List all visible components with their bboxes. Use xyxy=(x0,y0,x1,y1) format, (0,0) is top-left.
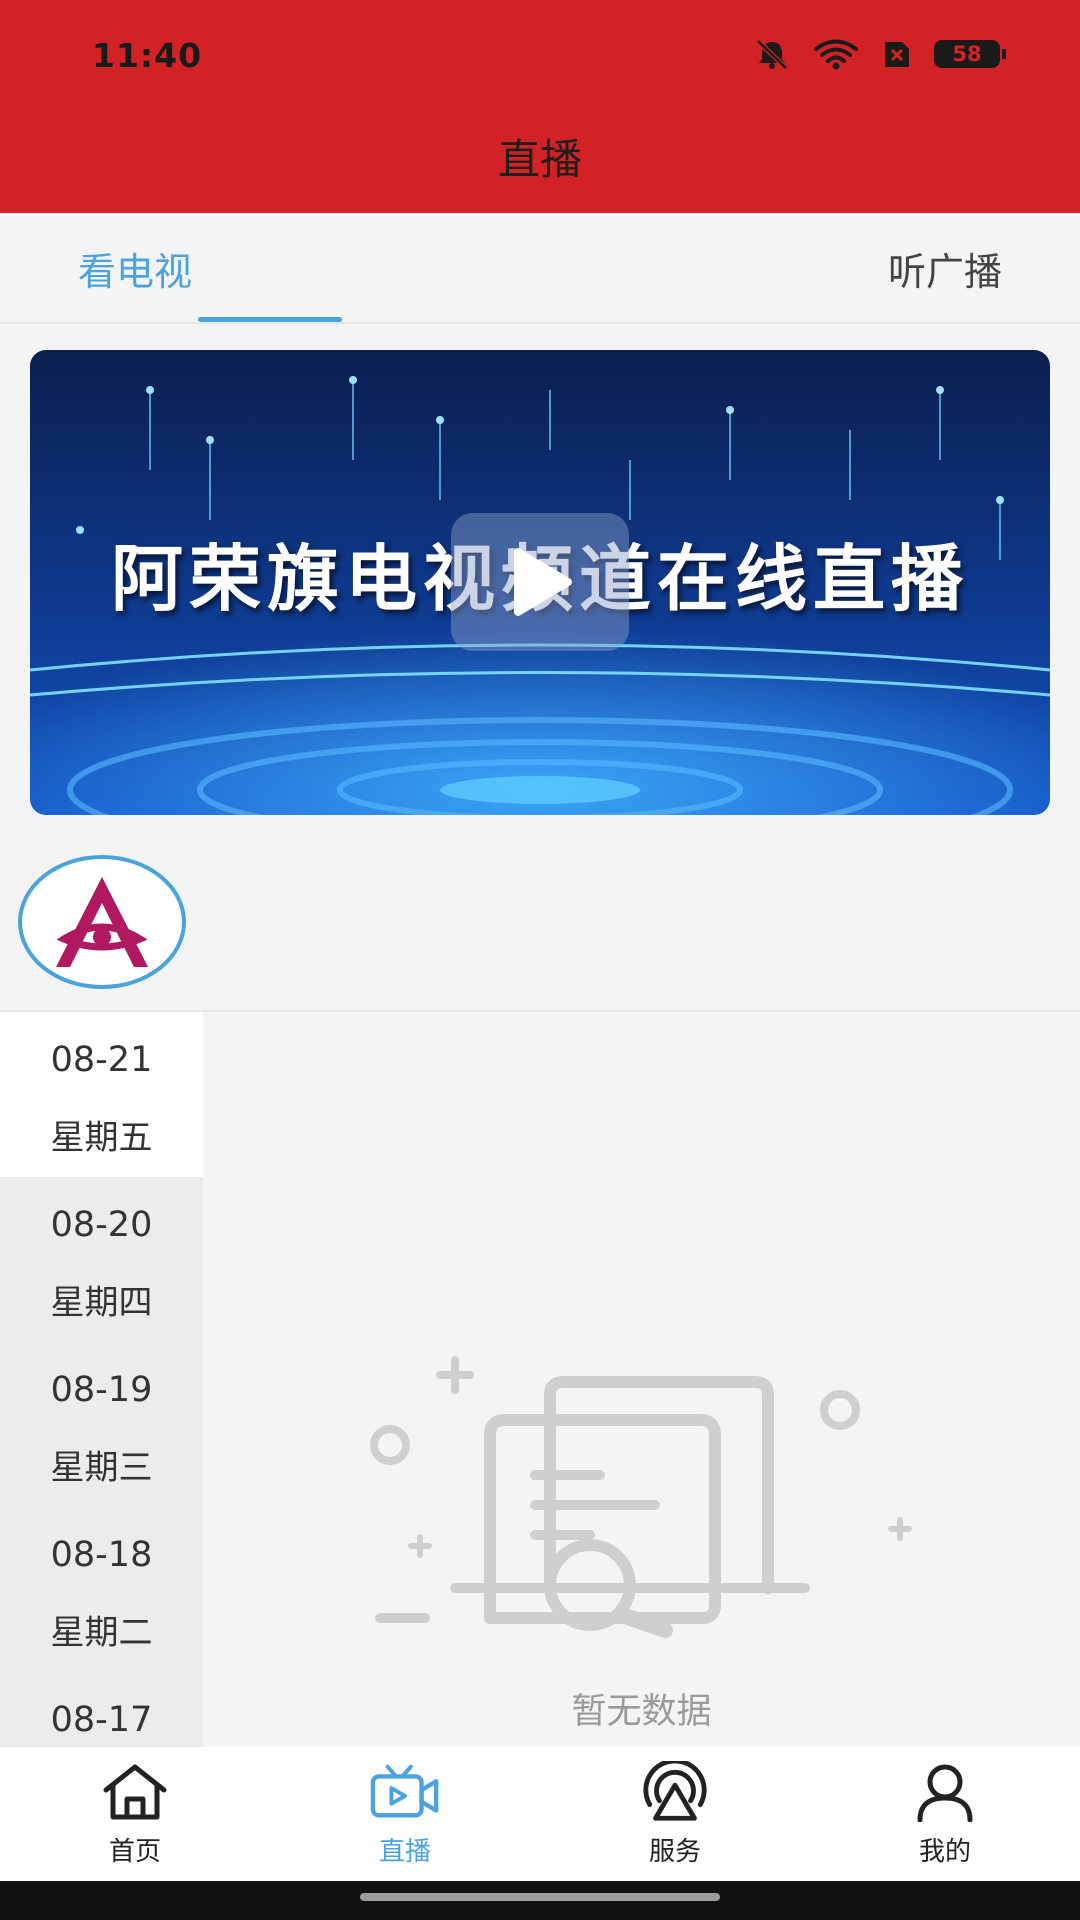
channel-a-logo-icon xyxy=(56,877,148,967)
nav-label: 服务 xyxy=(648,1837,701,1867)
tv-camera-icon xyxy=(370,1761,440,1823)
bottom-nav: 首页 直播 服务 我的 xyxy=(0,1747,1080,1881)
header: 11:40 58 直播 xyxy=(0,0,1080,213)
date-label: 08-18 xyxy=(50,1535,153,1575)
service-icon xyxy=(640,1761,710,1823)
nav-item-home[interactable]: 首页 xyxy=(0,1747,270,1881)
date-item-0819[interactable]: 08-19 星期三 xyxy=(0,1342,203,1507)
tab-listen-radio[interactable]: 听广播 xyxy=(540,213,1080,324)
weekday-label: 星期五 xyxy=(50,1118,153,1158)
empty-state-text: 暂无数据 xyxy=(571,1692,712,1732)
status-icons: 58 xyxy=(754,38,1006,70)
nav-item-mine[interactable]: 我的 xyxy=(810,1747,1080,1881)
status-time: 11:40 xyxy=(92,36,203,75)
tab-active-indicator xyxy=(198,317,342,322)
nav-label: 我的 xyxy=(918,1837,971,1867)
empty-document-search-icon xyxy=(370,1356,912,1638)
date-label: 08-19 xyxy=(50,1370,153,1410)
date-item-0821[interactable]: 08-21 星期五 xyxy=(0,1012,203,1177)
user-icon xyxy=(910,1761,980,1823)
date-label: 08-21 xyxy=(50,1040,153,1080)
nav-item-service[interactable]: 服务 xyxy=(540,1747,810,1881)
wifi-icon xyxy=(812,38,860,70)
date-list: 08-21 星期五 08-20 星期四 08-19 星期三 08-18 星期二 … xyxy=(0,1012,203,1747)
play-icon xyxy=(514,548,572,616)
weekday-label: 星期四 xyxy=(50,1283,153,1323)
weekday-label: 星期二 xyxy=(50,1613,153,1653)
page-title: 直播 xyxy=(497,135,582,184)
battery-indicator: 58 xyxy=(934,40,1006,68)
tab-bar: 看电视 听广播 xyxy=(0,213,1080,324)
date-item-0817[interactable]: 08-17 xyxy=(0,1672,203,1747)
nav-label: 首页 xyxy=(108,1837,161,1867)
channel-logo[interactable] xyxy=(18,855,186,989)
home-icon xyxy=(100,1761,170,1823)
date-item-0820[interactable]: 08-20 星期四 xyxy=(0,1177,203,1342)
play-button[interactable] xyxy=(451,513,629,651)
app-root: 11:40 58 直播 看电视 听广播 08-21 星期五 08-20 星期四 … xyxy=(0,0,1080,1920)
tab-watch-tv[interactable]: 看电视 xyxy=(0,213,540,324)
date-label: 08-17 xyxy=(50,1700,153,1740)
nav-item-live[interactable]: 直播 xyxy=(270,1747,540,1881)
nav-label: 直播 xyxy=(378,1837,431,1867)
sim-error-icon xyxy=(882,38,912,70)
bell-muted-icon xyxy=(754,38,790,70)
date-label: 08-20 xyxy=(50,1205,153,1245)
date-item-0818[interactable]: 08-18 星期二 xyxy=(0,1507,203,1672)
home-indicator[interactable] xyxy=(360,1893,720,1901)
weekday-label: 星期三 xyxy=(50,1448,153,1488)
